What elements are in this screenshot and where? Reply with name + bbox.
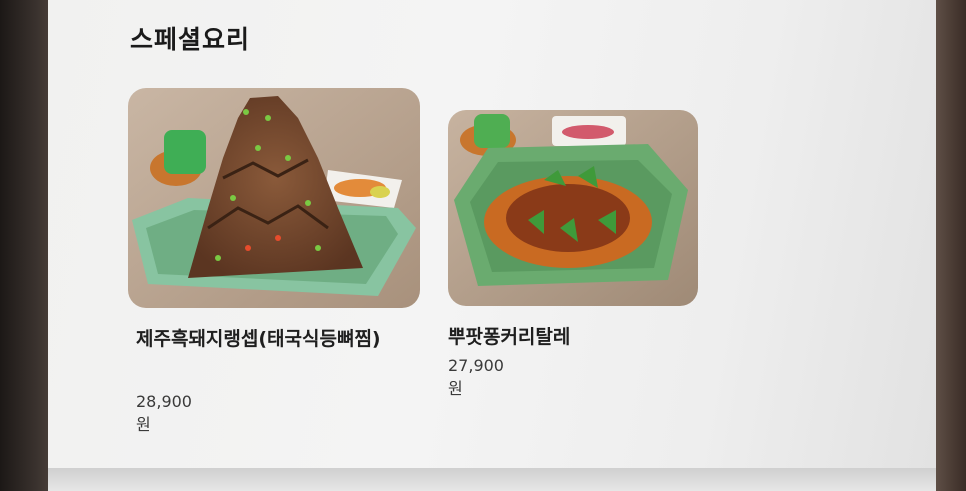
menu-item-name: 뿌팟퐁커리탈레 — [448, 326, 571, 348]
menu-item-price: 28,900원 — [136, 392, 192, 434]
menu-screen: 스페셜요리 제주흑돼지랭셉(태국식등뼈찜) 28,900원 뿌팟퐁커리탈레 27… — [48, 0, 936, 468]
section-title: 스페셜요리 — [130, 25, 251, 54]
menu-item-image — [448, 110, 698, 306]
menu-item-price: 27,900원 — [448, 356, 504, 398]
screen-bottom-edge — [48, 468, 936, 491]
device-bezel-left — [0, 0, 52, 491]
menu-item-image — [128, 88, 420, 308]
menu-item-name: 제주흑돼지랭셉(태국식등뼈찜) — [136, 328, 381, 350]
